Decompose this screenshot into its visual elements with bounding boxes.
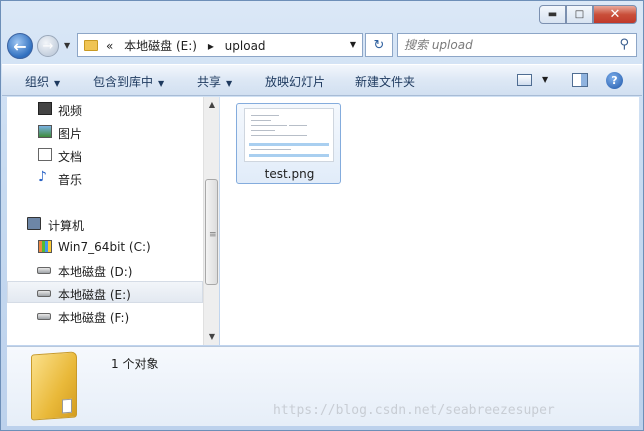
view-options-dropdown-icon[interactable]: ▼ [542,75,548,84]
scrollbar-thumb[interactable]: ≡ [205,179,218,285]
file-item[interactable]: test.png [236,103,341,184]
grip-icon: ≡ [209,230,217,240]
nav-item-drive-e[interactable]: 本地磁盘 (E:) [7,281,203,303]
address-dropdown-icon[interactable]: ▼ [350,40,356,49]
documents-library-icon [38,148,52,161]
refresh-button[interactable]: ↻ [365,33,393,57]
recent-pages-dropdown-icon[interactable]: ▼ [64,41,70,50]
new-folder-button[interactable]: 新建文件夹 [355,73,415,90]
nav-item-label: 视频 [58,104,83,118]
nav-item-drive-d[interactable]: 本地磁盘 (D:) [7,259,203,281]
navigation-bar: ← → ▼ « 本地磁盘 (E:) ▸ upload ▼ ↻ ⚲ [7,31,639,59]
system-drive-icon [38,240,52,253]
maximize-button[interactable]: □ [566,5,593,24]
folder-icon [31,351,77,421]
explorer-window: ▬ □ ✕ ← → ▼ « 本地磁盘 (E:) ▸ upload ▼ ↻ ⚲ 组… [0,0,644,431]
chevron-down-icon: ▼ [54,79,61,88]
search-icon[interactable]: ⚲ [619,37,629,52]
include-in-library-menu[interactable]: 包含到库中 ▼ [93,73,164,90]
nav-item-label: 本地磁盘 (F:) [58,311,130,325]
nav-item-videos[interactable]: 视频 [7,98,203,120]
nav-item-computer[interactable]: 计算机 [7,213,203,235]
organize-label: 组织 [25,75,50,89]
image-thumbnail [244,108,334,162]
chevron-down-icon: ▼ [158,79,165,88]
nav-item-documents[interactable]: 文档 [7,144,203,166]
close-button[interactable]: ✕ [593,5,637,24]
nav-item-music[interactable]: ♪ 音乐 [7,167,203,189]
pictures-library-icon [38,125,52,138]
file-name: test.png [264,167,315,181]
scroll-up-icon[interactable]: ▲ [204,97,220,113]
forward-arrow-icon[interactable]: → [37,35,59,57]
item-count: 1 个对象 [111,357,159,371]
video-library-icon [38,102,52,115]
chevron-down-icon: ▼ [226,79,233,88]
nav-item-label: 音乐 [58,173,83,187]
nav-item-drive-c[interactable]: Win7_64bit (C:) [7,236,203,258]
breadcrumb-drive[interactable]: 本地磁盘 (E:) [124,39,197,53]
drive-icon [37,313,51,320]
nav-item-pictures[interactable]: 图片 [7,121,203,143]
change-view-icon[interactable] [517,74,532,86]
command-bar: 组织 ▼ 包含到库中 ▼ 共享 ▼ 放映幻灯片 新建文件夹 ▼ ? [2,64,642,96]
search-box[interactable]: ⚲ [397,33,637,57]
breadcrumb: « 本地磁盘 (E:) ▸ upload [106,37,273,54]
breadcrumb-folder[interactable]: upload [225,39,266,53]
folder-icon [84,39,98,51]
scroll-down-icon[interactable]: ▼ [204,329,220,345]
watermark: https://blog.csdn.net/seabreezesuper [273,403,555,418]
slideshow-button[interactable]: 放映幻灯片 [265,73,325,90]
navigation-pane-scrollbar[interactable]: ▲ ≡ ▼ [203,97,219,345]
preview-pane-icon[interactable] [572,73,588,87]
help-icon[interactable]: ? [606,72,623,89]
nav-item-label: 图片 [58,127,83,141]
share-label: 共享 [197,75,222,89]
breadcrumb-overflow[interactable]: « [106,39,113,53]
back-arrow-icon[interactable]: ← [7,33,33,59]
navigation-pane: 视频 图片 文档 ♪ 音乐 计算机 Win7_64bit (C:) 本地磁盘 (… [7,97,203,345]
address-bar[interactable]: « 本地磁盘 (E:) ▸ upload ▼ [77,33,363,57]
computer-icon [27,217,41,230]
music-library-icon: ♪ [38,169,47,185]
minimize-button[interactable]: ▬ [539,5,566,24]
nav-item-label: 本地磁盘 (D:) [58,265,133,279]
nav-item-drive-f[interactable]: 本地磁盘 (F:) [7,305,203,327]
organize-menu[interactable]: 组织 ▼ [25,73,60,90]
file-list-pane[interactable]: test.png [220,97,639,345]
drive-icon [37,267,51,274]
nav-item-label: Win7_64bit (C:) [58,240,151,254]
nav-item-label: 文档 [58,150,83,164]
breadcrumb-separator-icon[interactable]: ▸ [208,39,214,53]
caption-buttons: ▬ □ ✕ [539,5,637,24]
share-menu[interactable]: 共享 ▼ [197,73,232,90]
nav-item-label: 本地磁盘 (E:) [58,288,131,302]
include-in-library-label: 包含到库中 [93,75,154,89]
search-input[interactable] [404,36,604,54]
nav-item-label: 计算机 [48,219,85,233]
drive-icon [37,290,51,297]
